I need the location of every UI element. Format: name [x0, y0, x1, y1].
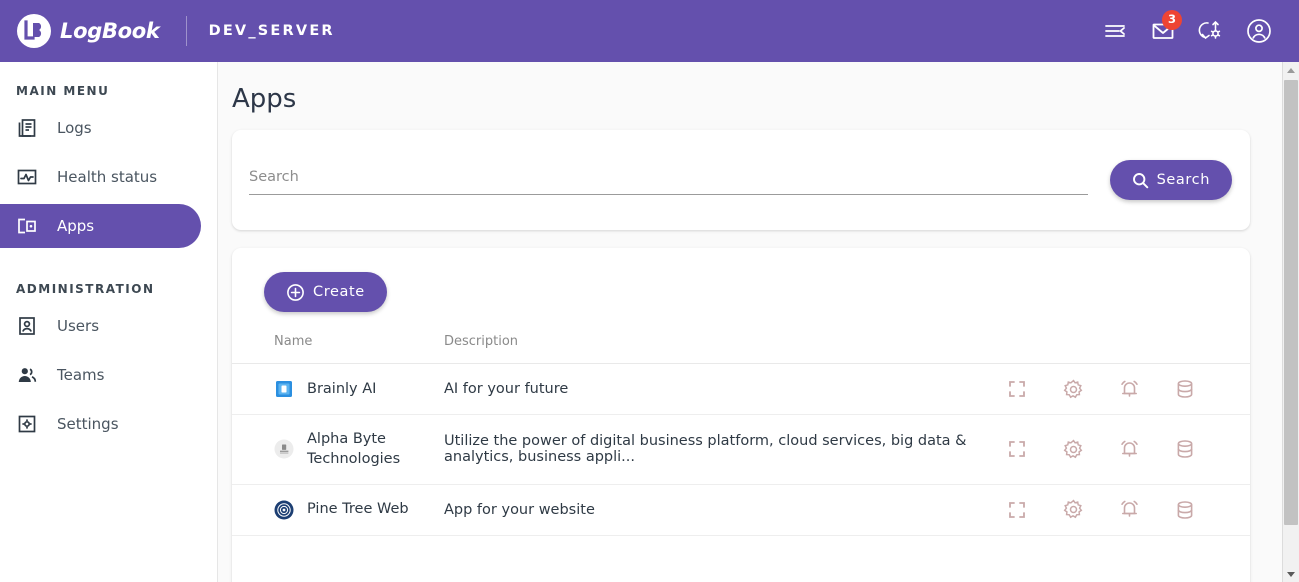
- scrollbar-thumb[interactable]: [1284, 80, 1298, 525]
- bell-alarm-icon[interactable]: [1118, 499, 1140, 521]
- cell-name: Alpha Byte Technologies: [232, 414, 444, 485]
- brand[interactable]: LogBook: [0, 13, 160, 49]
- bell-alarm-icon[interactable]: [1118, 438, 1140, 460]
- collapse-menu-icon: [1103, 19, 1127, 43]
- apps-table: Name Description Brainly AI AI for your …: [232, 334, 1250, 536]
- search-icon: [1132, 172, 1149, 189]
- sidebar-item-label: Users: [57, 317, 100, 335]
- logs-icon: [14, 117, 40, 139]
- gear-icon[interactable]: [1062, 438, 1084, 460]
- app-name: Alpha Byte Technologies: [307, 431, 401, 468]
- search-button-label: Search: [1156, 172, 1210, 188]
- bell-alarm-icon[interactable]: [1118, 378, 1140, 400]
- sidebar-item-label: Health status: [57, 168, 158, 186]
- settings-gear-icon: [14, 413, 40, 435]
- account-button[interactable]: [1237, 9, 1281, 53]
- health-status-icon: [14, 166, 40, 188]
- expand-icon[interactable]: [1006, 499, 1028, 521]
- search-card: Search: [232, 130, 1250, 230]
- sidebar-section-title-main: MAIN MENU: [16, 84, 110, 98]
- cell-actions: [1006, 414, 1250, 485]
- app-root: LogBook DEV_SERVER 3 MAIN MENU Logs Heal…: [0, 0, 1299, 582]
- page-scrollbar[interactable]: [1282, 62, 1299, 582]
- sync-settings-icon: [1198, 18, 1224, 44]
- apps-table-body: Brainly AI AI for your future Alpha Byte…: [232, 363, 1250, 536]
- table-row[interactable]: Pine Tree Web App for your website: [232, 484, 1250, 536]
- header-actions: 3: [1093, 9, 1299, 53]
- messages-badge: 3: [1162, 10, 1182, 30]
- messages-button[interactable]: 3: [1141, 9, 1185, 53]
- app-name: Brainly AI: [307, 380, 377, 397]
- sidebar-item-label: Logs: [57, 119, 92, 137]
- plus-circle-icon: [286, 283, 305, 302]
- top-header: LogBook DEV_SERVER 3: [0, 0, 1299, 62]
- column-header-actions: [1006, 334, 1250, 364]
- alpha-byte-favicon-icon: [274, 439, 294, 459]
- cell-name: Pine Tree Web: [232, 484, 444, 536]
- user-account-icon: [1246, 18, 1272, 44]
- sidebar-item-logs[interactable]: Logs: [0, 106, 201, 150]
- search-button[interactable]: Search: [1109, 160, 1232, 200]
- database-icon[interactable]: [1174, 378, 1196, 400]
- gear-icon[interactable]: [1062, 378, 1084, 400]
- sidebar-item-settings[interactable]: Settings: [0, 402, 201, 446]
- sync-settings-button[interactable]: [1189, 9, 1233, 53]
- sidebar-item-label: Teams: [57, 366, 105, 384]
- table-row[interactable]: Brainly AI AI for your future: [232, 363, 1250, 415]
- sidebar-item-label: Apps: [57, 217, 95, 235]
- search-input[interactable]: [249, 165, 1088, 195]
- apps-list-card: Create Name Description Brainly AI AI fo…: [232, 248, 1250, 582]
- brainly-ai-favicon-icon: [274, 379, 294, 399]
- create-button-wrap: Create: [232, 272, 1250, 312]
- table-row[interactable]: Alpha Byte Technologies Utilize the powe…: [232, 414, 1250, 485]
- user-icon: [14, 315, 40, 337]
- scroll-up-arrow-icon[interactable]: [1283, 62, 1299, 78]
- teams-icon: [14, 364, 40, 386]
- sidebar: MAIN MENU Logs Health status Apps ADMINI…: [0, 62, 218, 582]
- expand-icon[interactable]: [1006, 438, 1028, 460]
- cell-description: Utilize the power of digital business pl…: [444, 414, 1006, 485]
- column-header-name: Name: [232, 334, 444, 364]
- page-title: Apps: [232, 84, 297, 114]
- sidebar-item-teams[interactable]: Teams: [0, 353, 201, 397]
- column-header-description: Description: [444, 334, 1006, 364]
- apps-icon: [14, 215, 40, 237]
- database-icon[interactable]: [1174, 438, 1196, 460]
- main-content: Apps Search Search Create Name Descripti…: [218, 62, 1282, 582]
- collapse-menu-button[interactable]: [1093, 9, 1137, 53]
- search-field: [249, 165, 1088, 195]
- create-button[interactable]: Create: [264, 272, 387, 312]
- database-icon[interactable]: [1174, 499, 1196, 521]
- header-divider: [185, 16, 187, 46]
- pine-tree-web-favicon-icon: [274, 500, 294, 520]
- sidebar-item-users[interactable]: Users: [0, 304, 201, 348]
- logbook-logo-icon: [16, 13, 52, 49]
- cell-name: Brainly AI: [232, 363, 444, 415]
- apps-table-head: Name Description: [232, 334, 1250, 364]
- table-header-row: Name Description: [232, 334, 1250, 364]
- environment-name: DEV_SERVER: [208, 23, 335, 39]
- sidebar-section-title-administration: ADMINISTRATION: [16, 282, 155, 296]
- cell-actions: [1006, 363, 1250, 415]
- brand-name: LogBook: [60, 19, 160, 43]
- expand-icon[interactable]: [1006, 378, 1028, 400]
- cell-actions: [1006, 484, 1250, 536]
- sidebar-item-health-status[interactable]: Health status: [0, 155, 201, 199]
- sidebar-item-label: Settings: [57, 415, 119, 433]
- cell-description: App for your website: [444, 484, 1006, 536]
- gear-icon[interactable]: [1062, 499, 1084, 521]
- scroll-down-arrow-icon[interactable]: [1283, 566, 1299, 582]
- app-name: Pine Tree Web: [307, 501, 409, 518]
- cell-description: AI for your future: [444, 363, 1006, 415]
- sidebar-item-apps[interactable]: Apps: [0, 204, 201, 248]
- create-button-label: Create: [313, 284, 365, 300]
